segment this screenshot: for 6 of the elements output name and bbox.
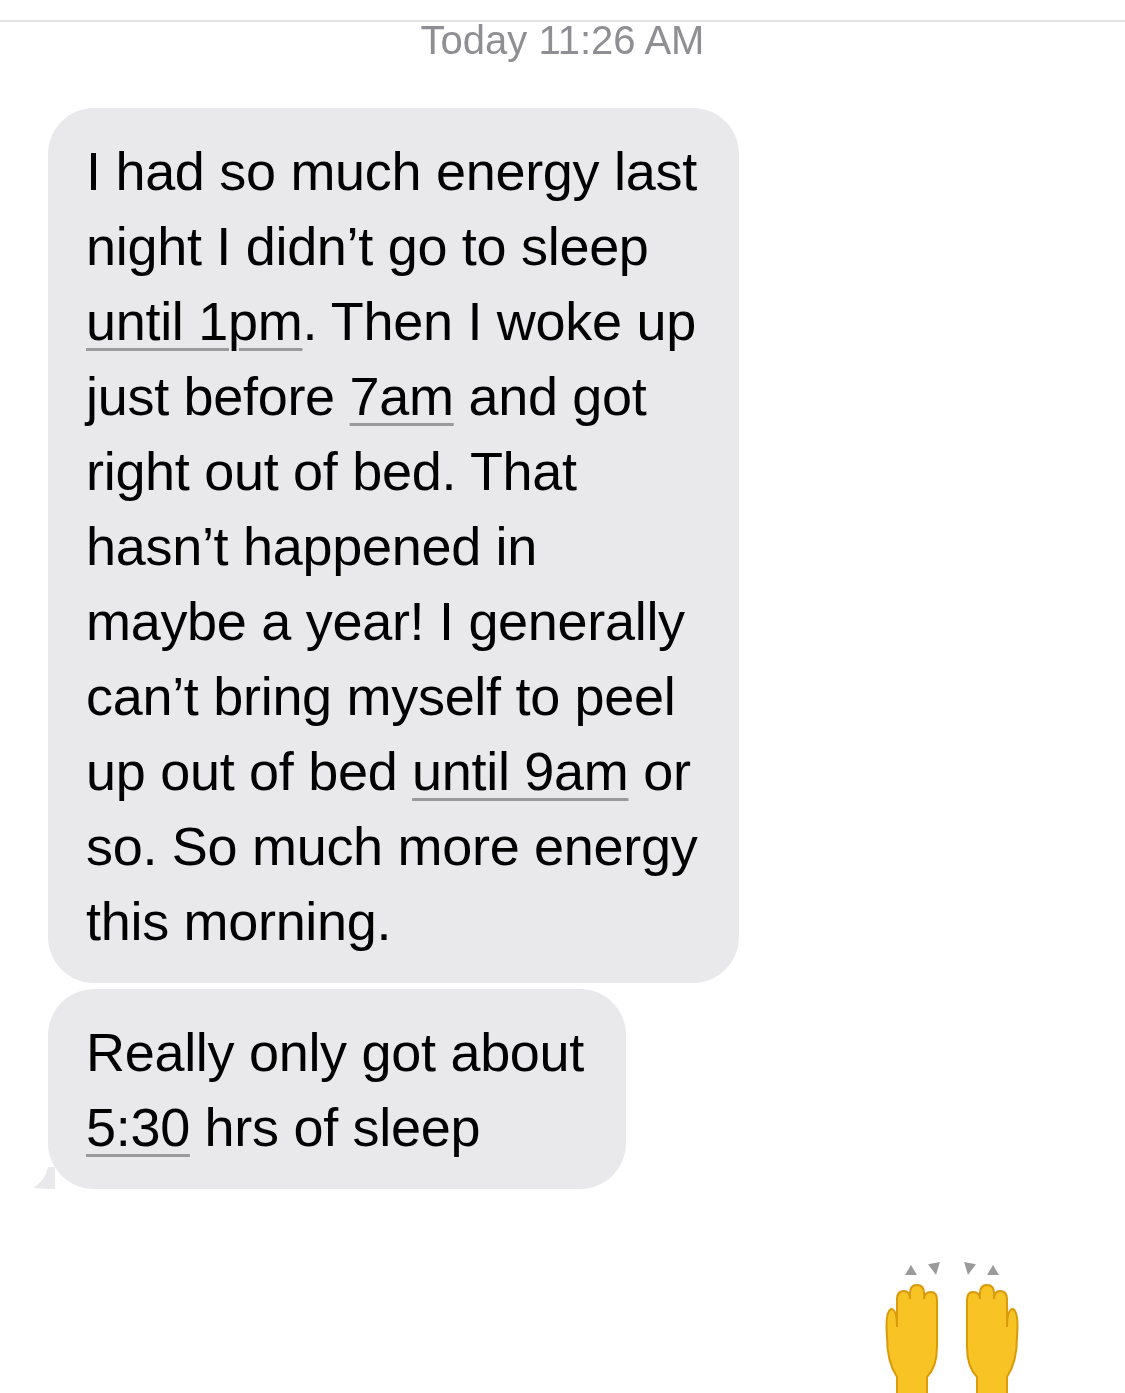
- date-link[interactable]: until 1pm: [86, 291, 303, 351]
- date-link[interactable]: until 9am: [412, 741, 629, 801]
- date-link[interactable]: 7am: [349, 366, 454, 426]
- date-link[interactable]: 5:30: [86, 1097, 190, 1157]
- message-bubble: Really only got about 5:30 hrs of sleep: [48, 989, 627, 1189]
- message-bubble: I had so much energy last night I didn’t go to sleep until 1pm. Then I woke up just before 7am and got right out of bed. That hasn’t happened in maybe a year! I generally can’t bring myself to peel up out of bed until 9am or so. So much more energy this morning.: [48, 108, 740, 983]
